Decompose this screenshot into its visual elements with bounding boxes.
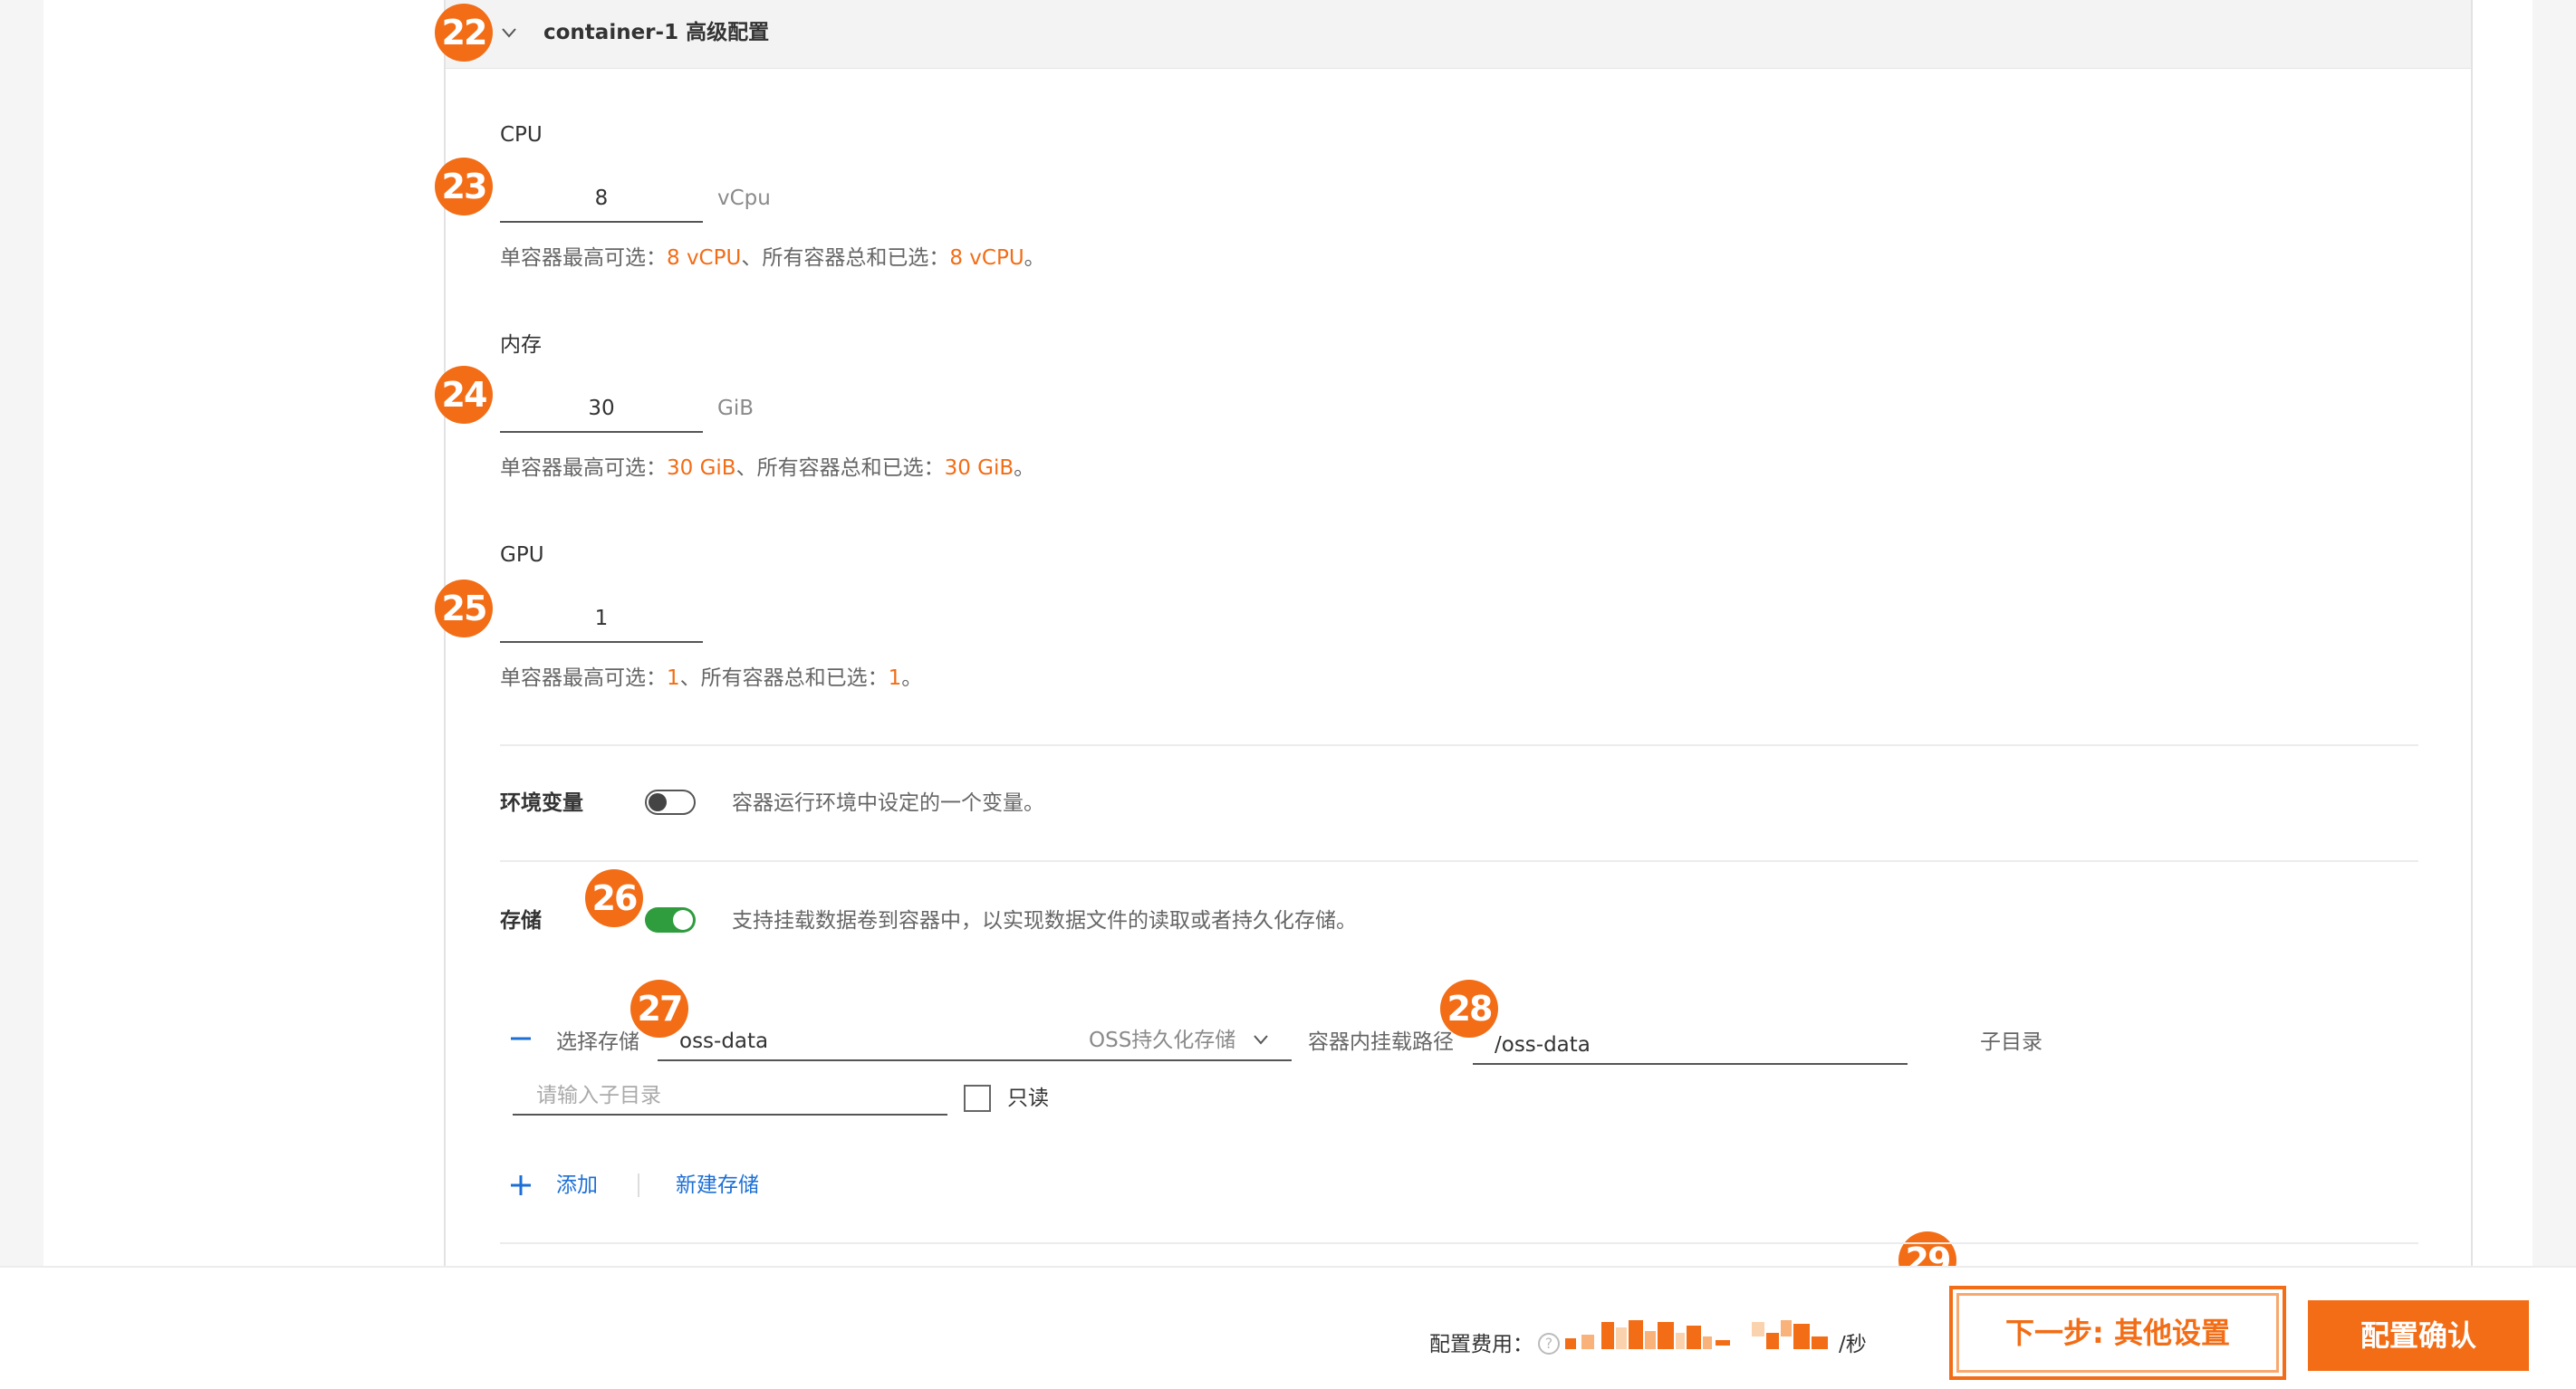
readonly-label: 只读 [1007,1087,1049,1110]
storage-toggle[interactable] [645,907,696,933]
question-icon[interactable]: ? [1538,1333,1560,1355]
gpu-hint: 单容器最高可选：1、所有容器总和已选：1。 [500,666,923,690]
memory-unit: GiB [717,397,754,420]
step-badge-23: 23 [435,158,493,216]
storage-type: OSS持久化存储 [1089,1029,1236,1052]
memory-hint: 单容器最高可选：30 GiB、所有容器总和已选：30 GiB。 [500,456,1035,480]
step-badge-25: 25 [435,580,493,637]
add-storage-button[interactable]: 添加 [556,1172,598,1199]
confirm-button[interactable]: 配置确认 [2308,1300,2529,1371]
new-storage-button[interactable]: 新建存储 [676,1172,759,1199]
step-badge-24: 24 [435,366,493,424]
mount-path-input[interactable]: /oss-data [1473,1027,1908,1065]
divider [500,1242,2418,1244]
redacted-fee-mosaic [1565,1320,1828,1349]
cpu-hint: 单容器最高可选：8 vCPU、所有容器总和已选：8 vCPU。 [500,246,1045,270]
panel-title: container-1 高级配置 [543,21,770,44]
add-icon[interactable] [509,1173,533,1197]
gpu-label: GPU [500,543,544,567]
next-step-button[interactable]: 下一步: 其他设置 [1956,1293,2279,1373]
chevron-down-icon[interactable] [1252,1030,1270,1049]
toggle-knob [649,793,667,811]
chevron-down-icon[interactable] [500,24,518,42]
storage-label: 存储 [500,909,542,933]
readonly-checkbox[interactable] [964,1085,991,1112]
divider [500,860,2418,862]
mount-path-label: 容器内挂载路径 [1308,1030,1454,1054]
cpu-unit: vCpu [717,187,771,210]
subdir-placeholder: 请输入子目录 [536,1084,661,1107]
cpu-input[interactable]: 8 [500,174,703,223]
link-separator [638,1173,639,1197]
storage-desc: 支持挂载数据卷到容器中，以实现数据文件的读取或者持久化存储。 [732,909,1357,933]
subdir-input[interactable]: 请输入子目录 [513,1078,947,1116]
select-storage-label: 选择存储 [556,1030,639,1054]
memory-label: 内存 [500,333,542,357]
env-label: 环境变量 [500,791,583,815]
step-badge-22: 22 [435,4,493,62]
remove-storage-icon[interactable] [509,1027,533,1050]
fee-label: 配置费用： [1429,1333,1533,1356]
fee-unit: /秒 [1839,1333,1867,1356]
divider [500,744,2418,746]
storage-select-value: oss-data [679,1030,769,1053]
memory-input[interactable]: 30 [500,384,703,433]
env-toggle[interactable] [645,790,696,815]
subdir-label: 子目录 [1980,1030,2043,1054]
cpu-label: CPU [500,123,543,147]
step-badge-26: 26 [585,869,643,927]
toggle-knob [673,910,693,930]
env-desc: 容器运行环境中设定的一个变量。 [732,791,1044,815]
gpu-input[interactable]: 1 [500,594,703,643]
